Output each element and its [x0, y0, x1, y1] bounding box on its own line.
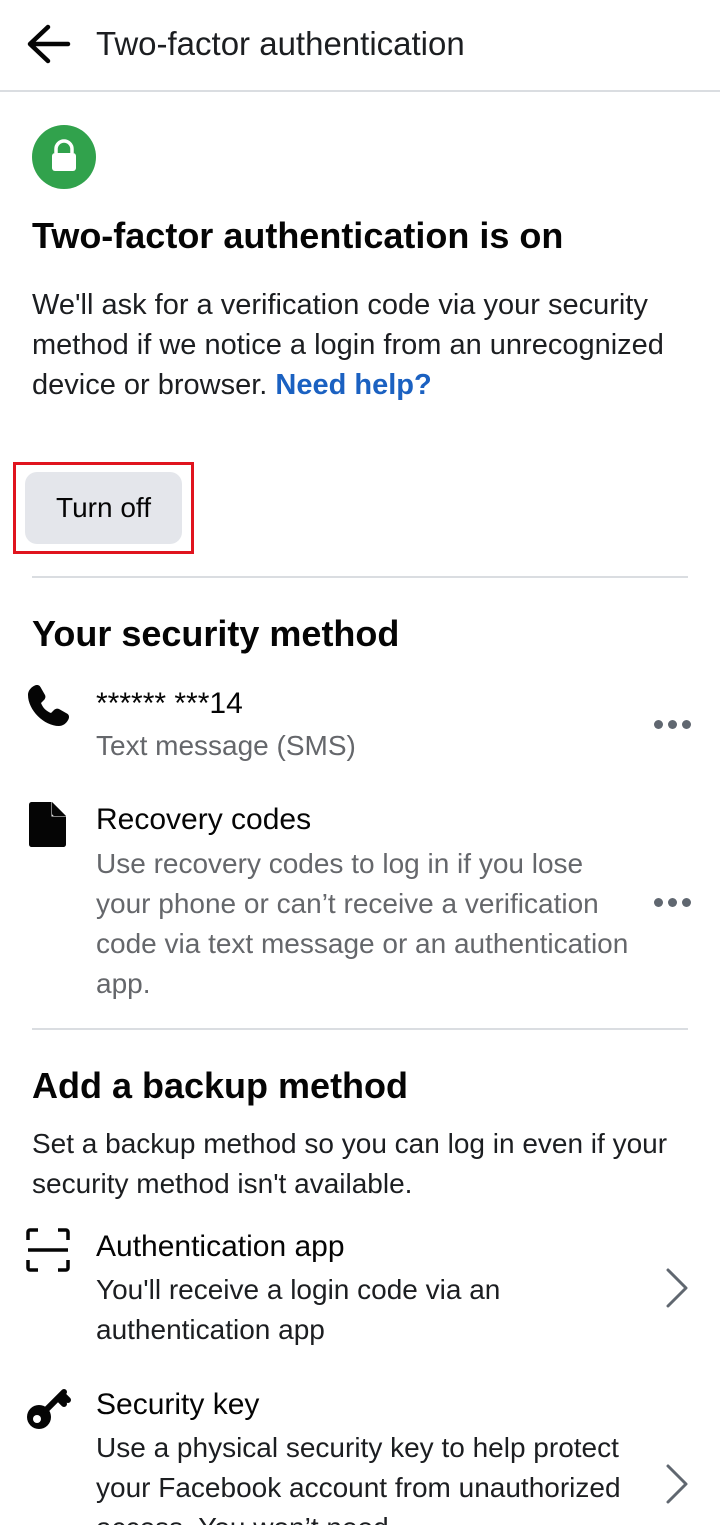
document-icon	[24, 800, 72, 848]
scan-icon	[24, 1226, 72, 1274]
need-help-link[interactable]: Need help?	[275, 369, 431, 401]
back-arrow-icon[interactable]	[24, 22, 72, 66]
recovery-codes-title: Recovery codes	[96, 803, 312, 836]
authentication-app-title: Authentication app	[96, 1230, 345, 1263]
divider	[32, 576, 688, 578]
more-options-icon[interactable]	[650, 715, 694, 735]
phone-icon	[24, 682, 72, 730]
phone-number-label: ****** ***14	[96, 687, 243, 720]
security-key-description: Use a physical security key to help prot…	[96, 1432, 621, 1525]
more-options-icon[interactable]	[650, 893, 694, 913]
backup-method-description: Set a backup method so you can log in ev…	[32, 1128, 668, 1199]
lock-icon	[32, 125, 96, 189]
backup-method-heading: Add a backup method	[32, 1065, 409, 1106]
security-method-heading: Your security method	[32, 613, 400, 654]
status-heading: Two-factor authentication is on	[32, 215, 564, 256]
security-key-title: Security key	[96, 1388, 260, 1421]
key-icon	[24, 1384, 72, 1432]
chevron-right-icon[interactable]	[660, 1462, 694, 1506]
authentication-app-description: You'll receive a login code via an authe…	[96, 1274, 501, 1345]
divider	[32, 1028, 688, 1030]
status-description: We'll ask for a verification code via yo…	[32, 285, 682, 405]
turn-off-button[interactable]: Turn off	[25, 472, 182, 544]
sms-method-label: Text message (SMS)	[96, 730, 356, 761]
page-title: Two-factor authentication	[96, 25, 465, 62]
app-header: Two-factor authentication	[0, 0, 720, 92]
chevron-right-icon[interactable]	[660, 1266, 694, 1310]
recovery-codes-description: Use recovery codes to log in if you lose…	[96, 848, 629, 999]
